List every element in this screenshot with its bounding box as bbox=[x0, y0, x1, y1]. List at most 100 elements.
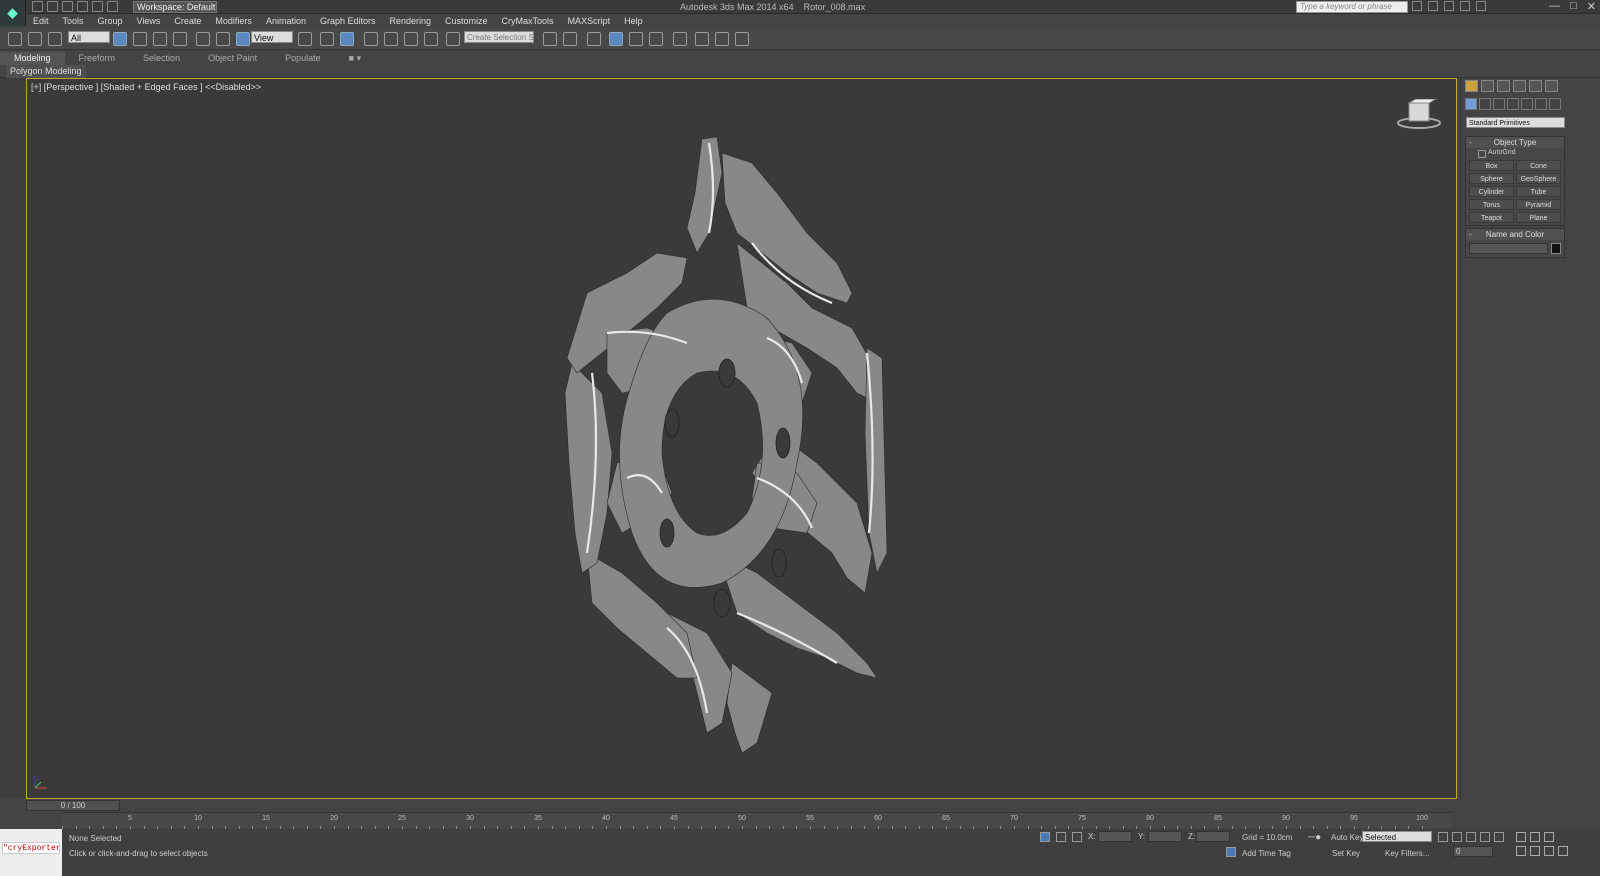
zoom-all-icon[interactable] bbox=[1530, 832, 1540, 842]
absolute-mode-icon[interactable] bbox=[1072, 832, 1082, 842]
rotate-icon[interactable] bbox=[216, 32, 230, 46]
box-button[interactable]: Box bbox=[1469, 160, 1514, 171]
maximize-viewport-icon[interactable] bbox=[1558, 846, 1568, 856]
viewport-label[interactable]: [+] [Perspective ] [Shaded + Edged Faces… bbox=[31, 82, 261, 92]
menu-animation[interactable]: Animation bbox=[259, 15, 313, 27]
pyramid-button[interactable]: Pyramid bbox=[1516, 199, 1561, 210]
align-icon[interactable] bbox=[563, 32, 577, 46]
help-icon[interactable] bbox=[1476, 1, 1486, 11]
listener-output[interactable]: "cryExporter. bbox=[2, 842, 60, 854]
menu-customize[interactable]: Customize bbox=[438, 15, 495, 27]
select-object-icon[interactable] bbox=[113, 32, 127, 46]
sphere-button[interactable]: Sphere bbox=[1469, 173, 1514, 184]
plane-button[interactable]: Plane bbox=[1516, 212, 1561, 223]
play-icon[interactable] bbox=[1466, 832, 1476, 842]
z-coord-field[interactable] bbox=[1196, 831, 1230, 842]
object-name-field[interactable] bbox=[1469, 243, 1548, 254]
primitive-category-dropdown[interactable]: Standard Primitives bbox=[1466, 117, 1565, 128]
move-icon[interactable] bbox=[196, 32, 210, 46]
current-frame-field[interactable]: 0 bbox=[1453, 846, 1493, 857]
lock-selection-icon[interactable] bbox=[1056, 832, 1066, 842]
menu-modifiers[interactable]: Modifiers bbox=[208, 15, 259, 27]
motion-tab-icon[interactable] bbox=[1513, 80, 1526, 92]
goto-start-icon[interactable] bbox=[1438, 832, 1448, 842]
tab-populate[interactable]: Populate bbox=[271, 52, 335, 65]
pivot-center-icon[interactable] bbox=[298, 32, 312, 46]
material-editor-icon[interactable] bbox=[673, 32, 687, 46]
systems-icon[interactable] bbox=[1549, 98, 1561, 110]
search-input[interactable]: Type a keyword or phrase bbox=[1296, 1, 1408, 13]
display-tab-icon[interactable] bbox=[1529, 80, 1542, 92]
create-tab-icon[interactable] bbox=[1465, 80, 1478, 92]
key-icon[interactable] bbox=[1428, 1, 1438, 11]
tab-freeform[interactable]: Freeform bbox=[65, 52, 130, 65]
utilities-tab-icon[interactable] bbox=[1545, 80, 1558, 92]
viewcube-icon[interactable] bbox=[1396, 99, 1442, 131]
key-filters-button[interactable]: Key Filters... bbox=[1385, 849, 1429, 858]
menu-graph-editors[interactable]: Graph Editors bbox=[313, 15, 383, 27]
curve-editor-icon[interactable] bbox=[629, 32, 643, 46]
select-manipulate-icon[interactable] bbox=[320, 32, 334, 46]
auto-key-button[interactable]: Auto Key bbox=[1331, 833, 1363, 842]
menu-rendering[interactable]: Rendering bbox=[383, 15, 439, 27]
autogrid-checkbox[interactable]: AutoGrid bbox=[1466, 148, 1564, 158]
star-icon[interactable] bbox=[1444, 1, 1454, 11]
zoom-extents-icon[interactable] bbox=[1544, 832, 1554, 842]
snaps-toggle-icon[interactable] bbox=[364, 32, 378, 46]
rotor-mesh[interactable] bbox=[547, 133, 887, 753]
new-icon[interactable] bbox=[32, 1, 43, 12]
ribbon-options-icon[interactable]: ■ ▾ bbox=[335, 52, 375, 65]
lights-icon[interactable] bbox=[1493, 98, 1505, 110]
render-setup-icon[interactable] bbox=[695, 32, 709, 46]
bind-space-warp-icon[interactable] bbox=[48, 32, 62, 46]
object-color-swatch[interactable] bbox=[1551, 243, 1561, 254]
tab-selection[interactable]: Selection bbox=[129, 52, 194, 65]
teapot-button[interactable]: Teapot bbox=[1469, 212, 1514, 223]
set-key-button[interactable]: Set Key bbox=[1332, 849, 1360, 858]
prev-frame-icon[interactable] bbox=[1452, 832, 1462, 842]
menu-views[interactable]: Views bbox=[130, 15, 168, 27]
layer-explorer-icon[interactable] bbox=[587, 32, 601, 46]
menu-create[interactable]: Create bbox=[167, 15, 208, 27]
add-time-tag[interactable]: Add Time Tag bbox=[1242, 849, 1291, 858]
undo-icon[interactable] bbox=[77, 1, 88, 12]
minimize-icon[interactable]: — bbox=[1549, 0, 1560, 13]
spinner-snap-icon[interactable] bbox=[424, 32, 438, 46]
tab-object-paint[interactable]: Object Paint bbox=[194, 52, 271, 65]
app-logo[interactable]: ◆ bbox=[0, 0, 26, 26]
rendered-frame-icon[interactable] bbox=[715, 32, 729, 46]
edit-named-selection-icon[interactable] bbox=[446, 32, 460, 46]
percent-snap-icon[interactable] bbox=[404, 32, 418, 46]
menu-help[interactable]: Help bbox=[617, 15, 650, 27]
workspace-dropdown[interactable]: Workspace: Default bbox=[133, 1, 217, 13]
geosphere-button[interactable]: GeoSphere bbox=[1516, 173, 1561, 184]
zoom-icon[interactable] bbox=[1516, 832, 1526, 842]
space-warps-icon[interactable] bbox=[1535, 98, 1547, 110]
key-icon[interactable]: ─● bbox=[1308, 832, 1321, 843]
menu-group[interactable]: Group bbox=[91, 15, 130, 27]
scale-icon[interactable] bbox=[236, 32, 250, 46]
helpers-icon[interactable] bbox=[1521, 98, 1533, 110]
unlink-icon[interactable] bbox=[28, 32, 42, 46]
pan-icon[interactable] bbox=[1530, 846, 1540, 856]
maximize-icon[interactable]: □ bbox=[1570, 0, 1577, 13]
time-slider[interactable]: 0 / 100 bbox=[26, 800, 120, 811]
time-tag-icon[interactable] bbox=[1226, 847, 1236, 857]
name-color-header[interactable]: Name and Color bbox=[1466, 229, 1564, 240]
perspective-viewport[interactable]: [+] [Perspective ] [Shaded + Edged Faces… bbox=[26, 78, 1457, 799]
render-production-icon[interactable] bbox=[735, 32, 749, 46]
named-selection-dropdown[interactable]: Create Selection Se bbox=[464, 31, 534, 43]
reference-coordinate-dropdown[interactable]: View bbox=[251, 31, 293, 43]
rectangular-selection-icon[interactable] bbox=[153, 32, 167, 46]
menu-maxscript[interactable]: MAXScript bbox=[561, 15, 618, 27]
schematic-view-icon[interactable] bbox=[649, 32, 663, 46]
hierarchy-tab-icon[interactable] bbox=[1497, 80, 1510, 92]
torus-button[interactable]: Torus bbox=[1469, 199, 1514, 210]
keyboard-shortcut-icon[interactable] bbox=[340, 32, 354, 46]
select-by-name-icon[interactable] bbox=[133, 32, 147, 46]
orbit-icon[interactable] bbox=[1544, 846, 1554, 856]
menu-edit[interactable]: Edit bbox=[26, 15, 56, 27]
angle-snap-icon[interactable] bbox=[384, 32, 398, 46]
cameras-icon[interactable] bbox=[1507, 98, 1519, 110]
window-crossing-icon[interactable] bbox=[173, 32, 187, 46]
